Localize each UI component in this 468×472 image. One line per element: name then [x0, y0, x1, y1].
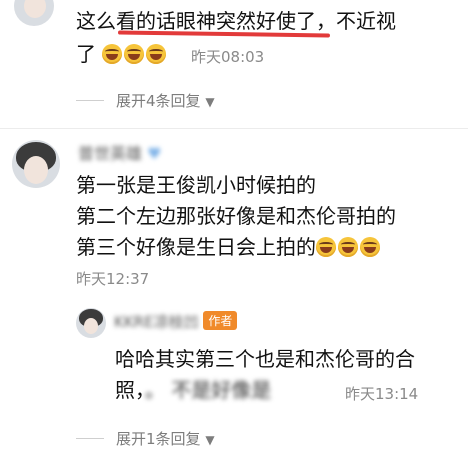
reply-username-text: KKRE凉枝凹: [114, 313, 199, 331]
avatar[interactable]: [12, 140, 60, 188]
expand-replies-button[interactable]: 展开1条回复 ▼: [116, 428, 215, 449]
comment-line: 第一张是王俊凯小时候拍的: [76, 173, 316, 197]
laugh-emoji-icon: [360, 237, 380, 257]
comment-body: 第一张是王俊凯小时候拍的 第二个左边那张好像是和杰伦哥拍的 第三个好像是生日会上…: [76, 171, 396, 261]
reply-line-1: 哈哈其实第三个也是和杰伦哥的合: [115, 347, 415, 371]
laugh-emoji-icon: [338, 237, 358, 257]
username[interactable]: 普世英雄 ♥: [78, 140, 161, 164]
comment-text-cont: 了: [76, 40, 168, 68]
expand-label: 展开1条回复: [116, 430, 201, 448]
reply-username[interactable]: KKRE凉枝凹 作者: [114, 311, 238, 332]
comment-timestamp: 昨天08:03: [191, 48, 265, 66]
expand-divider: [76, 100, 104, 101]
comment-line-1: 这么看的话眼神突然好使了，不近视: [76, 9, 396, 33]
heart-icon: ♥: [147, 144, 162, 163]
expand-label: 展开4条回复: [116, 92, 201, 110]
laugh-emoji-icon: [316, 237, 336, 257]
laugh-emoji-icon: [146, 44, 167, 64]
chevron-down-icon: ▼: [205, 433, 215, 447]
avatar[interactable]: [76, 308, 106, 338]
reply-line-2-text: 照，: [115, 378, 145, 402]
author-badge: 作者: [203, 311, 238, 330]
comment-separator: [0, 128, 468, 129]
comment-line: 第二个左边那张好像是和杰伦哥拍的: [76, 204, 396, 228]
comment-timestamp: 昨天12:37: [76, 270, 150, 288]
username-text: 普世英雄: [78, 144, 143, 163]
comment-line: 第三个好像是生日会上拍的: [76, 233, 396, 261]
expand-divider: [76, 438, 104, 439]
avatar[interactable]: [14, 0, 54, 26]
expand-replies-button[interactable]: 展开4条回复 ▼: [116, 90, 215, 111]
comment-line-text: 第三个好像是生日会上拍的: [76, 235, 316, 259]
chevron-down-icon: ▼: [205, 95, 215, 109]
comment-line-2: 了: [76, 42, 96, 66]
reply-obscured-text: 。 不是好像是: [145, 378, 272, 402]
laugh-emoji-icon: [102, 44, 123, 64]
laugh-emoji-icon: [124, 44, 145, 64]
reply-timestamp: 昨天13:14: [345, 385, 419, 403]
